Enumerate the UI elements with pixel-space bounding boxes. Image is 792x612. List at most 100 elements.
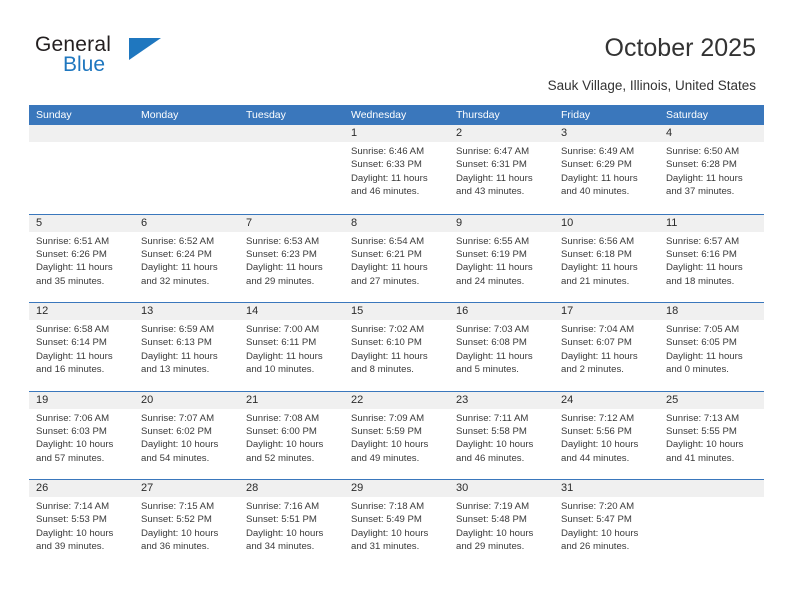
calendar-week-row: 12 Sunrise: 6:58 AM Sunset: 6:14 PM Dayligh… bbox=[29, 302, 764, 391]
day-number: 2 bbox=[456, 127, 463, 139]
day-detail-line: and 57 minutes. bbox=[36, 452, 105, 464]
calendar-day-cell[interactable]: 2 Sunrise: 6:47 AM Sunset: 6:31 PM Daylight… bbox=[449, 125, 554, 214]
day-detail-line: Daylight: 11 hours bbox=[141, 350, 218, 362]
calendar-day-cell[interactable]: 28 Sunrise: 7:16 AM Sunset: 5:51 PM Dayligh… bbox=[239, 480, 344, 568]
day-detail-line: Sunrise: 6:47 AM bbox=[456, 146, 530, 157]
calendar-day-cell[interactable]: 3 Sunrise: 6:49 AM Sunset: 6:29 PM Daylight… bbox=[554, 125, 659, 214]
weekday-header-friday: Friday bbox=[561, 109, 591, 121]
day-detail-line: and 37 minutes. bbox=[666, 186, 735, 198]
day-detail-line: Sunset: 6:10 PM bbox=[351, 337, 422, 349]
day-details: Sunrise: 6:47 AM Sunset: 6:31 PM Daylight:… bbox=[456, 142, 554, 199]
day-number: 24 bbox=[561, 393, 574, 406]
calendar-day-cell[interactable]: 6 Sunrise: 6:52 AM Sunset: 6:24 PM Daylight… bbox=[134, 215, 239, 303]
calendar-day-cell[interactable]: 13 Sunrise: 6:59 AM Sunset: 6:13 PM Dayligh… bbox=[134, 303, 239, 391]
day-detail-line: and 31 minutes. bbox=[351, 541, 420, 553]
calendar-day-cell[interactable]: 20 Sunrise: 7:07 AM Sunset: 6:02 PM Dayligh… bbox=[134, 392, 239, 480]
day-detail-line: Sunset: 6:23 PM bbox=[246, 248, 317, 260]
calendar-week-row: 26 Sunrise: 7:14 AM Sunset: 5:53 PM Dayligh… bbox=[29, 479, 764, 568]
day-detail-line: and 16 minutes. bbox=[36, 364, 105, 376]
calendar-day-cell[interactable]: 23 Sunrise: 7:11 AM Sunset: 5:58 PM Dayligh… bbox=[449, 392, 554, 480]
calendar-day-cell[interactable]: 29 Sunrise: 7:18 AM Sunset: 5:49 PM Dayligh… bbox=[344, 480, 449, 568]
calendar-grid: Sunday Monday Tuesday Wednesday Thursday Frid… bbox=[29, 105, 764, 568]
day-number: 27 bbox=[141, 482, 154, 494]
day-number: 17 bbox=[561, 305, 574, 317]
day-detail-line: and 5 minutes. bbox=[456, 364, 519, 376]
calendar-day-cell[interactable]: 24 Sunrise: 7:12 AM Sunset: 5:56 PM Dayligh… bbox=[554, 392, 659, 480]
day-number: 12 bbox=[36, 305, 49, 317]
day-detail-line: Sunrise: 7:11 AM bbox=[456, 412, 529, 424]
day-number: 30 bbox=[456, 482, 469, 494]
day-detail-line: Daylight: 10 hours bbox=[246, 439, 324, 451]
day-detail-line: Sunrise: 6:53 AM bbox=[246, 235, 320, 247]
day-detail-line: Sunset: 6:26 PM bbox=[36, 248, 107, 260]
calendar-day-cell[interactable]: 16 Sunrise: 7:03 AM Sunset: 6:08 PM Dayligh… bbox=[449, 303, 554, 391]
day-detail-line: Daylight: 11 hours bbox=[141, 262, 218, 274]
day-number bbox=[666, 480, 764, 497]
day-details: Sunrise: 6:50 AM Sunset: 6:28 PM Daylight:… bbox=[666, 142, 764, 199]
day-detail-line: and 18 minutes. bbox=[666, 275, 735, 287]
calendar-day-cell[interactable]: 8 Sunrise: 6:54 AM Sunset: 6:21 PM Daylight… bbox=[344, 215, 449, 303]
day-details: Sunrise: 6:56 AM Sunset: 6:18 PM Daylight:… bbox=[561, 232, 659, 289]
calendar-day-cell[interactable]: 19 Sunrise: 7:06 AM Sunset: 6:03 PM Dayligh… bbox=[29, 392, 134, 480]
calendar-empty-cell bbox=[134, 125, 239, 214]
day-details: Sunrise: 7:02 AM Sunset: 6:10 PM Daylight:… bbox=[351, 320, 449, 377]
calendar-day-cell[interactable]: 30 Sunrise: 7:19 AM Sunset: 5:48 PM Dayligh… bbox=[449, 480, 554, 568]
calendar-day-cell[interactable]: 22 Sunrise: 7:09 AM Sunset: 5:59 PM Dayligh… bbox=[344, 392, 449, 480]
calendar-day-cell[interactable]: 17 Sunrise: 7:04 AM Sunset: 6:07 PM Dayligh… bbox=[554, 303, 659, 391]
day-detail-line: Daylight: 10 hours bbox=[561, 439, 639, 451]
calendar-day-cell[interactable]: 31 Sunrise: 7:20 AM Sunset: 5:47 PM Dayligh… bbox=[554, 480, 659, 568]
calendar-day-cell[interactable]: 26 Sunrise: 7:14 AM Sunset: 5:53 PM Dayligh… bbox=[29, 480, 134, 568]
day-detail-line: Sunrise: 7:14 AM bbox=[36, 501, 110, 512]
day-detail-line: Sunset: 5:59 PM bbox=[351, 425, 422, 437]
calendar-day-cell[interactable]: 11 Sunrise: 6:57 AM Sunset: 6:16 PM Dayligh… bbox=[659, 215, 764, 303]
calendar-day-cell[interactable]: 4 Sunrise: 6:50 AM Sunset: 6:28 PM Daylight… bbox=[659, 125, 764, 214]
calendar-week-row: 1 Sunrise: 6:46 AM Sunset: 6:33 PM Daylight… bbox=[29, 125, 764, 214]
day-details: Sunrise: 7:07 AM Sunset: 6:02 PM Daylight:… bbox=[141, 409, 239, 466]
day-detail-line: and 0 minutes. bbox=[666, 364, 729, 376]
day-detail-line: Daylight: 10 hours bbox=[351, 527, 429, 539]
day-details: Sunrise: 7:05 AM Sunset: 6:05 PM Daylight:… bbox=[666, 320, 764, 377]
day-detail-line: Sunrise: 6:57 AM bbox=[666, 235, 740, 247]
day-detail-line: and 24 minutes. bbox=[456, 275, 525, 287]
calendar-day-cell[interactable]: 18 Sunrise: 7:05 AM Sunset: 6:05 PM Dayligh… bbox=[659, 303, 764, 391]
day-detail-line: Sunset: 5:51 PM bbox=[246, 514, 317, 526]
day-details: Sunrise: 7:09 AM Sunset: 5:59 PM Daylight:… bbox=[351, 409, 449, 466]
day-detail-line: Sunrise: 7:15 AM bbox=[141, 501, 215, 512]
day-detail-line: and 2 minutes. bbox=[561, 364, 624, 376]
day-details bbox=[36, 142, 134, 145]
day-detail-line: Sunrise: 7:09 AM bbox=[351, 412, 425, 424]
weekday-header-monday: Monday bbox=[141, 109, 179, 121]
calendar-day-cell[interactable]: 27 Sunrise: 7:15 AM Sunset: 5:52 PM Dayligh… bbox=[134, 480, 239, 568]
day-detail-line: Daylight: 11 hours bbox=[351, 350, 428, 362]
logo[interactable]: General Blue bbox=[35, 33, 215, 83]
calendar-day-cell[interactable]: 15 Sunrise: 7:02 AM Sunset: 6:10 PM Dayligh… bbox=[344, 303, 449, 391]
day-detail-line: and 54 minutes. bbox=[141, 452, 210, 464]
day-detail-line: and 52 minutes. bbox=[246, 452, 315, 464]
day-detail-line: Sunrise: 7:05 AM bbox=[666, 324, 740, 335]
calendar-day-cell[interactable]: 14 Sunrise: 7:00 AM Sunset: 6:11 PM Dayligh… bbox=[239, 303, 344, 391]
calendar-day-cell[interactable]: 7 Sunrise: 6:53 AM Sunset: 6:23 PM Daylight… bbox=[239, 215, 344, 303]
day-detail-line: Sunrise: 6:49 AM bbox=[561, 146, 635, 157]
calendar-day-cell[interactable]: 21 Sunrise: 7:08 AM Sunset: 6:00 PM Dayligh… bbox=[239, 392, 344, 480]
calendar-day-cell[interactable]: 25 Sunrise: 7:13 AM Sunset: 5:55 PM Dayligh… bbox=[659, 392, 764, 480]
calendar-day-cell[interactable]: 5 Sunrise: 6:51 AM Sunset: 6:26 PM Daylight… bbox=[29, 215, 134, 303]
day-detail-line: Sunset: 6:03 PM bbox=[36, 425, 107, 437]
day-detail-line: Daylight: 10 hours bbox=[456, 439, 534, 451]
day-number: 31 bbox=[561, 482, 574, 494]
day-detail-line: Sunset: 5:56 PM bbox=[561, 425, 632, 437]
day-detail-line: Sunrise: 6:46 AM bbox=[351, 146, 425, 157]
calendar-day-cell[interactable]: 9 Sunrise: 6:55 AM Sunset: 6:19 PM Daylight… bbox=[449, 215, 554, 303]
calendar-day-cell[interactable]: 12 Sunrise: 6:58 AM Sunset: 6:14 PM Dayligh… bbox=[29, 303, 134, 391]
calendar-day-cell[interactable]: 10 Sunrise: 6:56 AM Sunset: 6:18 PM Dayligh… bbox=[554, 215, 659, 303]
day-number: 7 bbox=[246, 216, 253, 229]
day-detail-line: and 29 minutes. bbox=[456, 541, 525, 553]
day-detail-line: and 40 minutes. bbox=[561, 186, 630, 198]
day-detail-line: Sunset: 5:52 PM bbox=[141, 514, 212, 526]
day-detail-line: Sunset: 6:02 PM bbox=[141, 425, 212, 437]
calendar-empty-cell bbox=[239, 125, 344, 214]
day-detail-line: and 21 minutes. bbox=[561, 275, 630, 287]
calendar-day-cell[interactable]: 1 Sunrise: 6:46 AM Sunset: 6:33 PM Daylight… bbox=[344, 125, 449, 214]
day-details: Sunrise: 6:49 AM Sunset: 6:29 PM Daylight:… bbox=[561, 142, 659, 199]
page-header: General Blue October 2025 Sauk Village, … bbox=[0, 0, 792, 100]
day-detail-line: Sunrise: 7:04 AM bbox=[561, 324, 635, 335]
